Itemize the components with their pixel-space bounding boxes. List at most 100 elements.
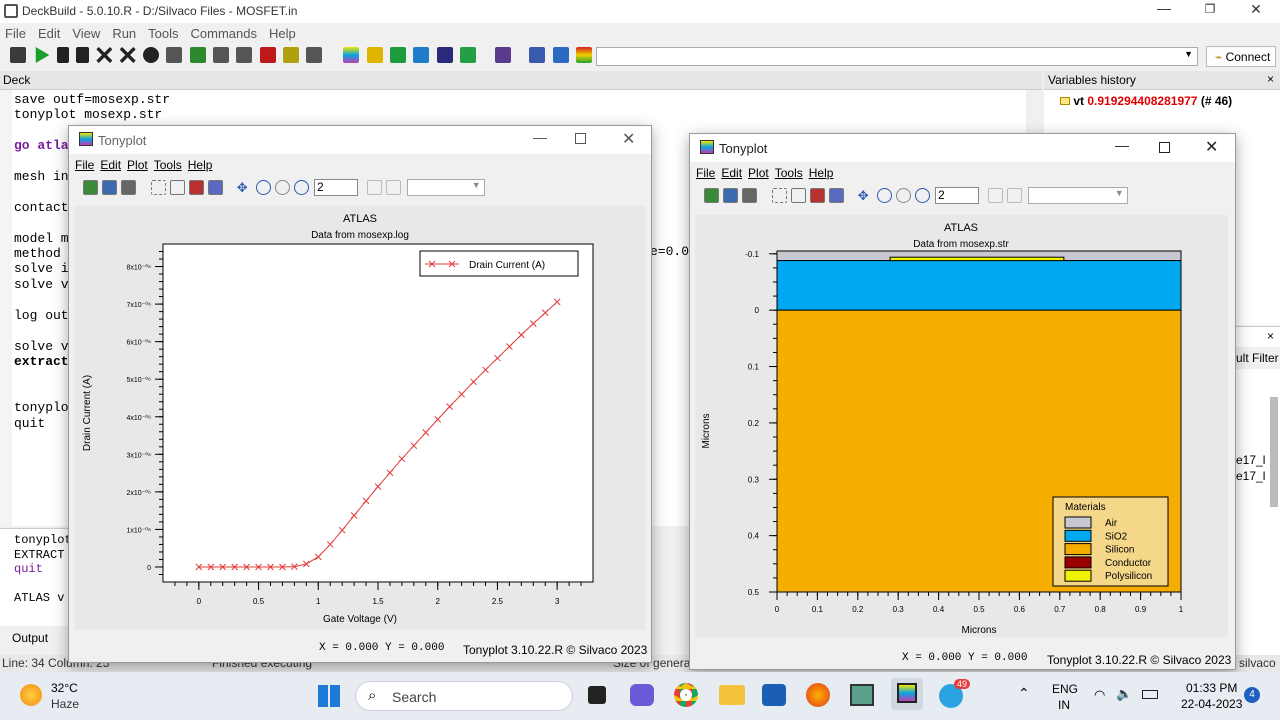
delete-icon[interactable] xyxy=(189,180,205,195)
tp2-menu-plot[interactable]: Plot xyxy=(748,166,769,180)
windows-start-icon[interactable] xyxy=(318,685,340,707)
breakpoint-icon[interactable] xyxy=(143,47,160,63)
iv-chart[interactable]: ATLAS Data from mosexp.log 0 0.5 1 1.5 2 2.5 3 0 1… xyxy=(75,206,645,630)
copy-icon[interactable] xyxy=(170,180,186,195)
step-over-icon[interactable] xyxy=(213,47,230,63)
tp1-menu-plot[interactable]: Plot xyxy=(127,158,148,172)
battery-icon[interactable] xyxy=(1142,690,1158,699)
file-explorer-icon[interactable] xyxy=(719,685,745,705)
tp2-menu-edit[interactable]: Edit xyxy=(721,166,742,180)
variables-icon[interactable] xyxy=(529,47,546,63)
kill-all-icon[interactable] xyxy=(119,47,136,63)
menu-tools[interactable]: Tools xyxy=(148,26,178,41)
zoom-in-icon[interactable] xyxy=(876,188,892,203)
tp1-maximize-icon[interactable] xyxy=(575,133,586,144)
right-panel-close-icon[interactable]: × xyxy=(1267,329,1274,343)
tp1-menu-file[interactable]: File xyxy=(75,158,94,172)
tp2-maximize-icon[interactable] xyxy=(1159,142,1170,153)
command-combobox[interactable]: ▼ xyxy=(596,47,1198,66)
clock-time[interactable]: 01:33 PM xyxy=(1186,681,1237,695)
kill-icon[interactable] xyxy=(96,47,113,63)
palette-icon[interactable] xyxy=(575,47,592,63)
copy-icon[interactable] xyxy=(791,188,807,203)
filter-label[interactable]: ult Filter xyxy=(1236,351,1279,365)
search-box[interactable]: ⌕ Search xyxy=(355,681,573,711)
tp2-menu-tools[interactable]: Tools xyxy=(775,166,803,180)
record-icon[interactable] xyxy=(259,47,276,63)
firefox-icon[interactable] xyxy=(806,683,830,707)
unsync-icon[interactable] xyxy=(386,180,402,195)
chart-icon[interactable] xyxy=(552,47,569,63)
menu-run[interactable]: Run xyxy=(112,26,136,41)
menu-help[interactable]: Help xyxy=(269,26,296,41)
print-icon[interactable] xyxy=(121,180,136,195)
structure-chart[interactable]: ATLAS Data from mosexp.str 0 0.1 0.2 0.3 0.4 0.… xyxy=(695,215,1228,637)
minimize-icon[interactable]: — xyxy=(1150,0,1178,16)
tonyplot-icon[interactable] xyxy=(343,47,360,63)
check-icon[interactable] xyxy=(283,47,300,63)
tp2-menu-help[interactable]: Help xyxy=(809,166,834,180)
tools-icon[interactable] xyxy=(306,47,323,63)
mask-icon[interactable] xyxy=(459,47,476,63)
step-into-icon[interactable] xyxy=(189,47,206,63)
weather-desc[interactable]: Haze xyxy=(51,697,79,711)
output-tab[interactable]: Output xyxy=(12,631,48,645)
weather-temp[interactable]: 32°C xyxy=(51,681,78,695)
zoom-in-icon[interactable] xyxy=(255,180,271,195)
store-icon[interactable] xyxy=(762,684,786,706)
zoom-box-icon[interactable] xyxy=(293,180,309,195)
zoom-box-icon[interactable] xyxy=(914,188,930,203)
open-icon[interactable] xyxy=(83,180,98,195)
menu-commands[interactable]: Commands xyxy=(191,26,257,41)
restore-icon[interactable]: ❐ xyxy=(1196,2,1224,16)
tray-chevron-icon[interactable]: ⌃ xyxy=(1018,685,1030,702)
notification-badge[interactable]: 4 xyxy=(1244,687,1260,703)
right-scrollbar[interactable] xyxy=(1270,397,1278,507)
tp1-plot-select[interactable]: ▼ xyxy=(406,179,485,196)
layers-icon[interactable] xyxy=(829,188,845,203)
tp2-menu-file[interactable]: File xyxy=(696,166,715,180)
connect-button[interactable]: ⌁ Connect xyxy=(1206,46,1276,67)
tonyplot-task-icon[interactable] xyxy=(891,678,923,710)
tp2-plot-select[interactable]: ▼ xyxy=(1027,187,1128,204)
copy-icon[interactable] xyxy=(494,47,511,63)
clock-date[interactable]: 22-04-2023 xyxy=(1181,697,1242,711)
deckbuild-task-icon[interactable] xyxy=(850,684,874,706)
task-view-icon[interactable] xyxy=(588,686,606,704)
play-icon[interactable] xyxy=(35,47,50,63)
zoom-out-icon[interactable] xyxy=(274,180,290,195)
tp1-menu-tools[interactable]: Tools xyxy=(154,158,182,172)
menu-view[interactable]: View xyxy=(72,26,100,41)
wifi-icon[interactable]: ◠ xyxy=(1094,687,1105,703)
print-icon[interactable] xyxy=(742,188,757,203)
tp1-menu-edit[interactable]: Edit xyxy=(100,158,121,172)
open-icon[interactable] xyxy=(704,188,719,203)
delete-icon[interactable] xyxy=(810,188,826,203)
unsync-icon[interactable] xyxy=(1007,188,1023,203)
variables-close-icon[interactable]: × xyxy=(1267,72,1274,86)
volume-icon[interactable]: 🔈 xyxy=(1116,686,1132,702)
optimizer-icon[interactable] xyxy=(436,47,453,63)
pan-icon[interactable]: ✥ xyxy=(858,188,873,203)
sync-icon[interactable] xyxy=(367,180,383,195)
tp1-minimize-icon[interactable]: — xyxy=(533,129,547,145)
menu-edit[interactable]: Edit xyxy=(38,26,60,41)
stop-icon[interactable] xyxy=(76,47,90,63)
tp1-zoom-field[interactable]: 2 xyxy=(314,179,359,196)
right-item-1[interactable]: e17_l xyxy=(1236,453,1265,467)
chrome-icon[interactable] xyxy=(674,683,698,707)
tp2-close-icon[interactable]: ✕ xyxy=(1205,137,1218,157)
meet-icon[interactable] xyxy=(630,684,654,706)
chevron-down-icon[interactable]: ▼ xyxy=(1184,49,1193,59)
select-icon[interactable] xyxy=(151,180,167,195)
line-icon[interactable] xyxy=(236,47,253,63)
tp1-close-icon[interactable]: ✕ xyxy=(622,129,635,149)
variable-item[interactable]: vt 0.919294408281977 (# 46) xyxy=(1060,94,1232,108)
athena-icon[interactable] xyxy=(366,47,383,63)
save-icon[interactable] xyxy=(102,180,117,195)
lang-1[interactable]: ENG xyxy=(1052,682,1078,696)
save-icon[interactable] xyxy=(723,188,738,203)
lang-2[interactable]: IN xyxy=(1058,698,1070,712)
zoom-out-icon[interactable] xyxy=(895,188,911,203)
pause-icon[interactable] xyxy=(56,47,69,63)
